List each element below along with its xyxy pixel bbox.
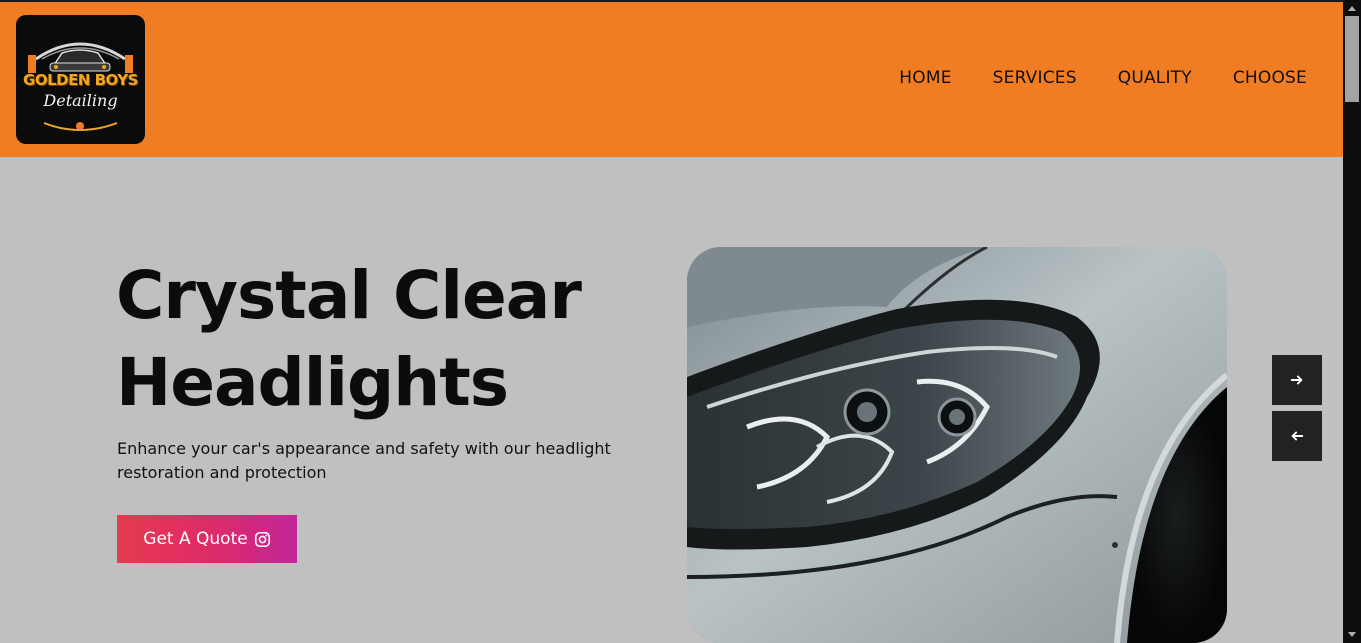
nav-services[interactable]: SERVICES xyxy=(993,68,1077,88)
nav-quality[interactable]: QUALITY xyxy=(1118,68,1192,88)
slider-prev-button[interactable] xyxy=(1272,411,1322,461)
get-quote-button[interactable]: Get A Quote xyxy=(117,515,297,563)
main-nav: HOME SERVICES QUALITY CHOOSE xyxy=(899,68,1307,88)
hero-title-line2: Headlights xyxy=(116,344,509,421)
logo-subtitle: Detailing xyxy=(43,91,118,110)
nav-choose[interactable]: CHOOSE xyxy=(1233,68,1307,88)
hero-title-line1: Crystal Clear xyxy=(116,257,582,334)
headlight-image xyxy=(687,247,1227,643)
get-quote-label: Get A Quote xyxy=(143,529,248,549)
headlight-photo-icon xyxy=(687,247,1227,643)
scroll-up-arrow-icon xyxy=(1348,6,1356,11)
arrow-right-icon xyxy=(1290,375,1303,385)
hero-subtitle: Enhance your car's appearance and safety… xyxy=(117,439,611,482)
nav-home[interactable]: HOME xyxy=(899,68,951,88)
page: GOLDEN BOYS Detailing HOME SERVICES QUAL… xyxy=(0,0,1361,643)
vertical-scrollbar[interactable] xyxy=(1343,0,1361,643)
hero-title: Crystal Clear Headlights xyxy=(116,252,676,426)
arrow-left-icon xyxy=(1291,431,1304,441)
site-header: GOLDEN BOYS Detailing HOME SERVICES QUAL… xyxy=(0,2,1343,157)
scroll-down-arrow-icon xyxy=(1348,632,1356,637)
scroll-down-button[interactable] xyxy=(1343,627,1361,643)
scrollbar-thumb[interactable] xyxy=(1345,16,1359,102)
slider-next-button[interactable] xyxy=(1272,355,1322,405)
logo-title: GOLDEN BOYS xyxy=(23,71,138,89)
instagram-icon xyxy=(254,531,270,547)
scroll-up-button[interactable] xyxy=(1343,0,1361,16)
brand-logo[interactable]: GOLDEN BOYS Detailing xyxy=(16,15,145,144)
